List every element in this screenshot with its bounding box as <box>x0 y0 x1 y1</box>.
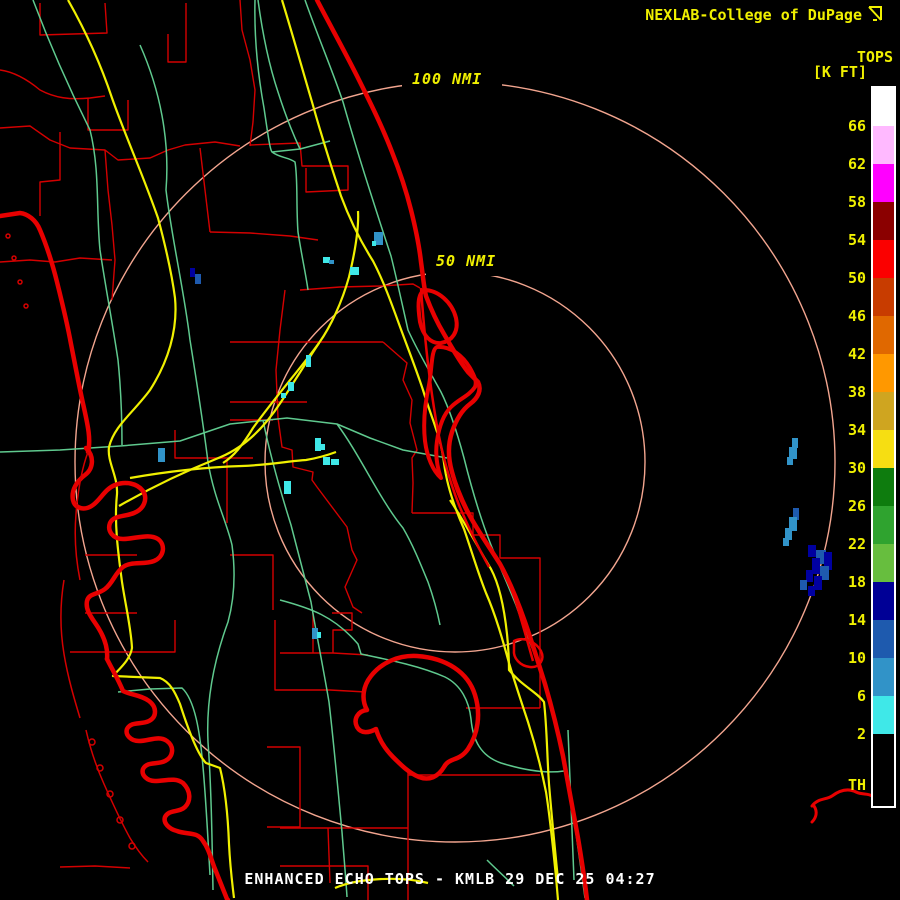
colorbar-label-6: 6 <box>856 687 866 705</box>
colorbar-label-58: 58 <box>847 193 866 211</box>
colorbar-label-54: 54 <box>847 231 866 249</box>
colorbar <box>871 86 896 808</box>
colorbar-segment <box>873 696 894 734</box>
colorbar-segment <box>873 240 894 278</box>
legend-title: TOPS <box>856 48 893 66</box>
echo-cell <box>195 274 201 284</box>
colorbar-segment <box>873 430 894 468</box>
ring-label-100nmi: 100 NMI <box>408 70 487 88</box>
barrier-islands <box>5 233 149 863</box>
colorbar-label-TH: TH <box>847 776 866 794</box>
colorbar-segment <box>873 620 894 658</box>
cursor-icon <box>868 6 882 21</box>
colorbar-label-2: 2 <box>856 725 866 743</box>
colorbar-label-62: 62 <box>847 155 866 173</box>
echo-cell <box>792 438 798 448</box>
colorbar-label-66: 66 <box>847 117 866 135</box>
colorbar-segment <box>873 544 894 582</box>
colorbar-label-18: 18 <box>847 573 866 591</box>
colorbar-segment <box>873 468 894 506</box>
colorbar-label-30: 30 <box>847 459 866 477</box>
radar-map <box>0 0 874 900</box>
echo-cell <box>158 448 165 462</box>
radar-display: 100 NMI 50 NMI NEXLAB-College of DuPage … <box>0 0 900 900</box>
echo-cell <box>331 459 339 465</box>
colorbar-segment <box>873 658 894 696</box>
lake-okeechobee <box>353 653 481 781</box>
roads-yellow <box>67 0 560 900</box>
colorbar-label-26: 26 <box>847 497 866 515</box>
echo-cell <box>787 457 793 465</box>
colorbar-segment <box>873 278 894 316</box>
echo-cell <box>306 355 311 367</box>
echo-cell <box>806 570 813 582</box>
echo-cell <box>288 382 294 391</box>
echo-cell <box>281 393 286 398</box>
colorbar-segment <box>873 354 894 392</box>
echo-cell <box>372 241 376 246</box>
colorbar-label-10: 10 <box>847 649 866 667</box>
status-bar: ENHANCED ECHO TOPS - KMLB 29 DEC 25 04:2… <box>244 870 656 888</box>
bahama-coastline <box>810 788 874 824</box>
colorbar-label-14: 14 <box>847 611 866 629</box>
echo-cell <box>315 438 321 451</box>
colorbar-segment <box>873 126 894 164</box>
colorbar-segment <box>873 202 894 240</box>
echo-cell <box>323 257 330 263</box>
echo-cell <box>284 481 291 494</box>
echo-cell <box>808 545 816 557</box>
colorbar-label-50: 50 <box>847 269 866 287</box>
colorbar-label-46: 46 <box>847 307 866 325</box>
echo-cell <box>800 580 807 590</box>
legend-units: [K FT] <box>812 63 867 81</box>
echo-cell <box>190 268 195 277</box>
echo-cell <box>812 558 820 574</box>
brand-text[interactable]: NEXLAB-College of DuPage <box>645 6 862 24</box>
echo-cell <box>321 444 325 450</box>
echo-cell <box>808 586 815 596</box>
colorbar-segment <box>873 392 894 430</box>
colorbar-segment <box>873 734 894 806</box>
colorbar-segment <box>873 316 894 354</box>
colorbar-label-38: 38 <box>847 383 866 401</box>
colorbar-segment <box>873 506 894 544</box>
colorbar-label-42: 42 <box>847 345 866 363</box>
echo-cell <box>329 260 334 264</box>
echo-cell <box>783 538 789 546</box>
colorbar-segment <box>873 88 894 126</box>
colorbar-label-34: 34 <box>847 421 866 439</box>
ring-label-50nmi: 50 NMI <box>432 252 501 270</box>
colorbar-label-22: 22 <box>847 535 866 553</box>
colorbar-segment <box>873 582 894 620</box>
echo-cell <box>323 457 330 465</box>
echo-cell <box>350 267 359 275</box>
colorbar-segment <box>873 164 894 202</box>
echo-cell <box>814 576 822 590</box>
echo-cell <box>317 632 321 638</box>
